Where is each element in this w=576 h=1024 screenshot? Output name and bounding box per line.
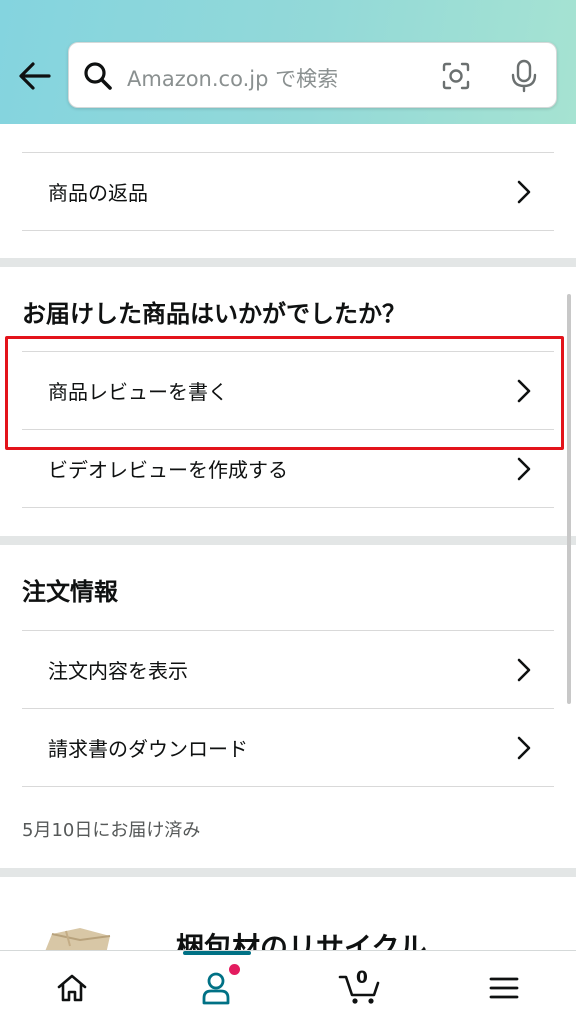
row-divider [22, 230, 554, 231]
notification-dot [229, 964, 240, 975]
row-divider [22, 507, 554, 508]
home-icon [57, 974, 87, 1002]
return-items-row[interactable]: 商品の返品 [22, 152, 554, 230]
menu-icon [489, 977, 519, 999]
section-divider [0, 258, 576, 267]
search-input[interactable]: Amazon.co.jp で検索 [127, 63, 338, 93]
chevron-right-icon [517, 658, 531, 682]
nav-account[interactable] [144, 951, 288, 1024]
chevron-right-icon [517, 457, 531, 481]
order-info-title: 注文情報 [22, 578, 118, 606]
return-items-label: 商品の返品 [48, 181, 148, 205]
camera-search-icon[interactable] [441, 61, 471, 91]
search-icon [84, 62, 112, 90]
scrollbar[interactable] [567, 294, 571, 704]
bottom-navigation: 0 [0, 950, 576, 1024]
microphone-icon[interactable] [509, 59, 539, 93]
back-button[interactable] [14, 56, 54, 96]
back-arrow-icon [19, 62, 51, 90]
highlight-annotation-box [5, 336, 564, 450]
recycle-section-title: 梱包材のリサイクル [176, 931, 427, 950]
delivery-status-text: 5月10日にお届け済み [22, 820, 201, 841]
create-video-review-label: ビデオレビューを作成する [48, 458, 288, 482]
search-bar[interactable]: Amazon.co.jp で検索 [68, 42, 557, 108]
row-divider [22, 786, 554, 787]
account-icon [202, 972, 230, 1005]
view-order-details-label: 注文内容を表示 [48, 659, 188, 683]
cart-count-badge: 0 [356, 968, 368, 988]
app-header: Amazon.co.jp で検索 [0, 0, 576, 124]
order-detail-content: 商品の返品 お届けした商品はいかがでしたか？ 商品レビューを書く ビデオレビュー… [0, 124, 576, 950]
section-divider [0, 868, 576, 877]
section-divider [0, 536, 576, 545]
download-invoice-row[interactable]: 請求書のダウンロード [22, 708, 554, 786]
chevron-right-icon [517, 180, 531, 204]
download-invoice-label: 請求書のダウンロード [48, 737, 248, 761]
view-order-details-row[interactable]: 注文内容を表示 [22, 630, 554, 708]
review-section-title: お届けした商品はいかがでしたか？ [22, 300, 406, 328]
packaging-box-image [45, 928, 111, 950]
nav-home[interactable] [0, 951, 144, 1024]
nav-menu[interactable] [432, 951, 576, 1024]
chevron-right-icon [517, 736, 531, 760]
